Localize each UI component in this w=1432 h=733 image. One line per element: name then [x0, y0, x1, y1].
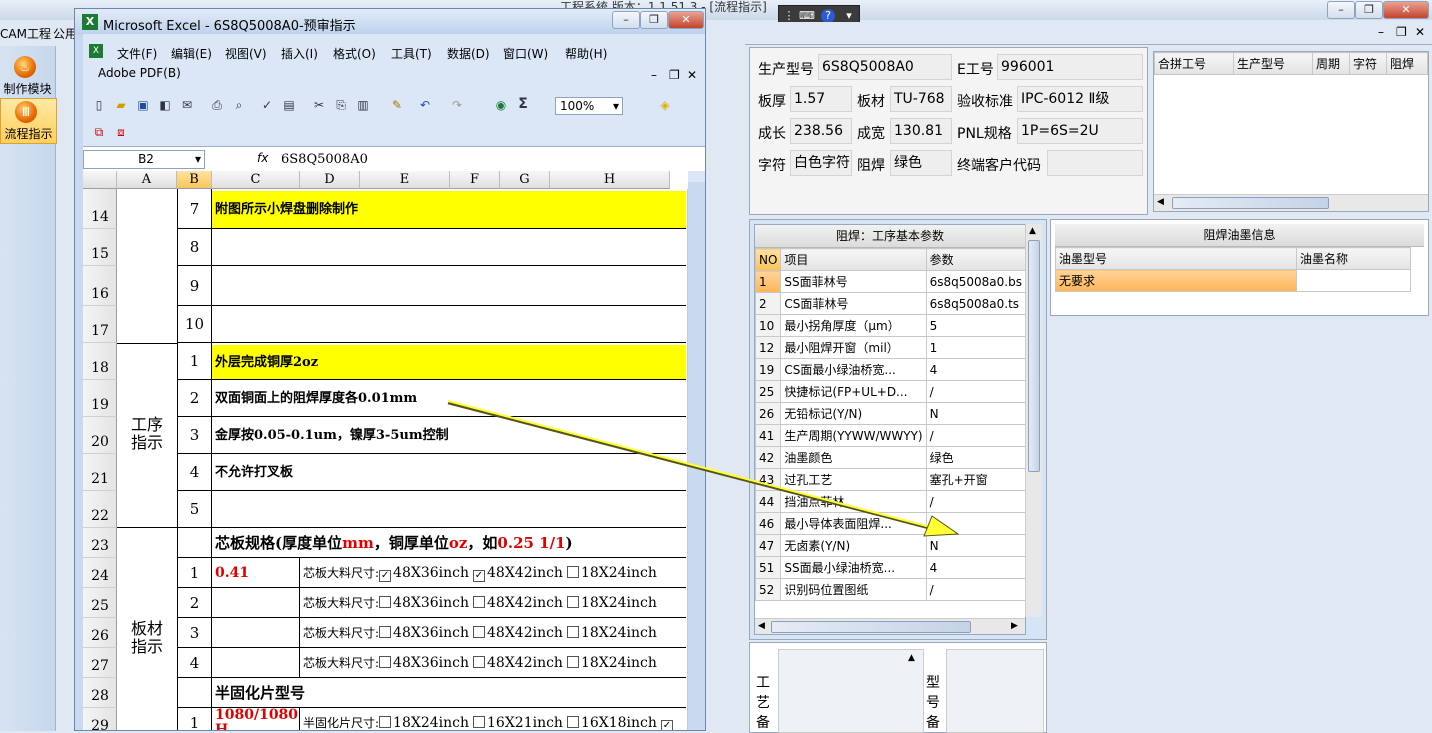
arrow-head	[923, 515, 960, 537]
arrow-shadow	[447, 401, 941, 533]
annotation-arrow	[447, 400, 960, 537]
arrow-line	[447, 400, 939, 530]
